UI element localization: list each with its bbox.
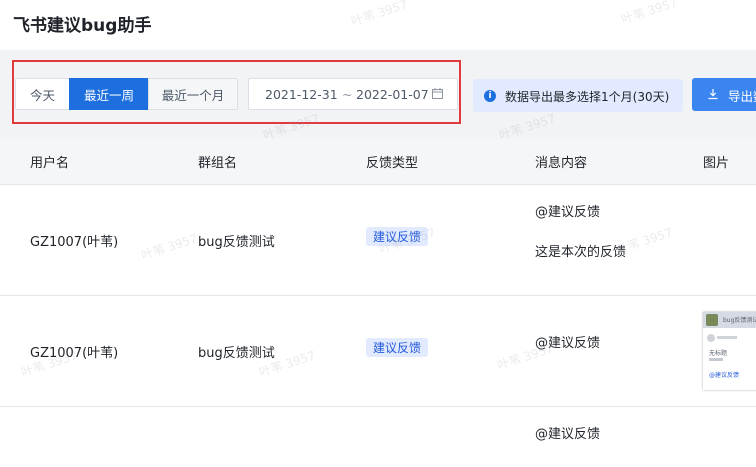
- thumbnail-line: [709, 358, 723, 361]
- cell-group: bug反馈测试: [198, 346, 275, 361]
- table-row: GZ1007(叶苇) bug反馈测试 建议反馈 @建议反馈 bug反馈测试 无标…: [0, 296, 756, 407]
- thumbnail-text: 无标题: [709, 350, 728, 357]
- thumbnail-avatar: [706, 314, 718, 326]
- column-header-feedback-type: 反馈类型: [366, 156, 419, 171]
- image-thumbnail[interactable]: bug反馈测试 无标题 @建议反馈: [703, 312, 756, 390]
- column-header-username: 用户名: [30, 156, 70, 171]
- cell-username: GZ1007(叶苇): [30, 346, 119, 361]
- thumbnail-dot: [707, 334, 715, 342]
- feedback-type-tag: 建议反馈: [366, 227, 429, 246]
- feedback-type-tag: 建议反馈: [366, 338, 429, 357]
- info-icon: i: [484, 90, 496, 102]
- column-header-message: 消息内容: [535, 156, 588, 171]
- table-row: @建议反馈: [0, 407, 756, 467]
- export-notice-text: 数据导出最多选择1个月(30天): [505, 90, 670, 104]
- page-title: 飞书建议bug助手: [13, 16, 152, 36]
- export-notice: i 数据导出最多选择1个月(30天): [473, 79, 683, 112]
- cell-group: bug反馈测试: [198, 235, 275, 250]
- annotation-highlight-box: [12, 60, 461, 124]
- export-button-label: 导出数据: [728, 89, 756, 104]
- download-icon: [708, 89, 718, 100]
- table-header: 用户名 群组名 反馈类型 消息内容 图片: [0, 139, 756, 185]
- cell-message-line1: @建议反馈: [535, 336, 601, 351]
- cell-message-line1: @建议反馈: [535, 205, 601, 220]
- thumbnail-line: [717, 336, 737, 339]
- cell-message-line1: @建议反馈: [535, 427, 601, 442]
- column-header-image: 图片: [703, 156, 730, 171]
- cell-username: GZ1007(叶苇): [30, 235, 119, 250]
- export-button[interactable]: 导出数据: [692, 78, 756, 111]
- cell-message-line2: 这是本次的反馈: [535, 245, 627, 260]
- thumbnail-mention: @建议反馈: [709, 372, 740, 379]
- column-header-group: 群组名: [198, 156, 238, 171]
- table-row: GZ1007(叶苇) bug反馈测试 建议反馈 @建议反馈 这是本次的反馈: [0, 185, 756, 296]
- thumbnail-title: bug反馈测试: [723, 317, 756, 324]
- app-header: 飞书建议bug助手: [0, 0, 756, 50]
